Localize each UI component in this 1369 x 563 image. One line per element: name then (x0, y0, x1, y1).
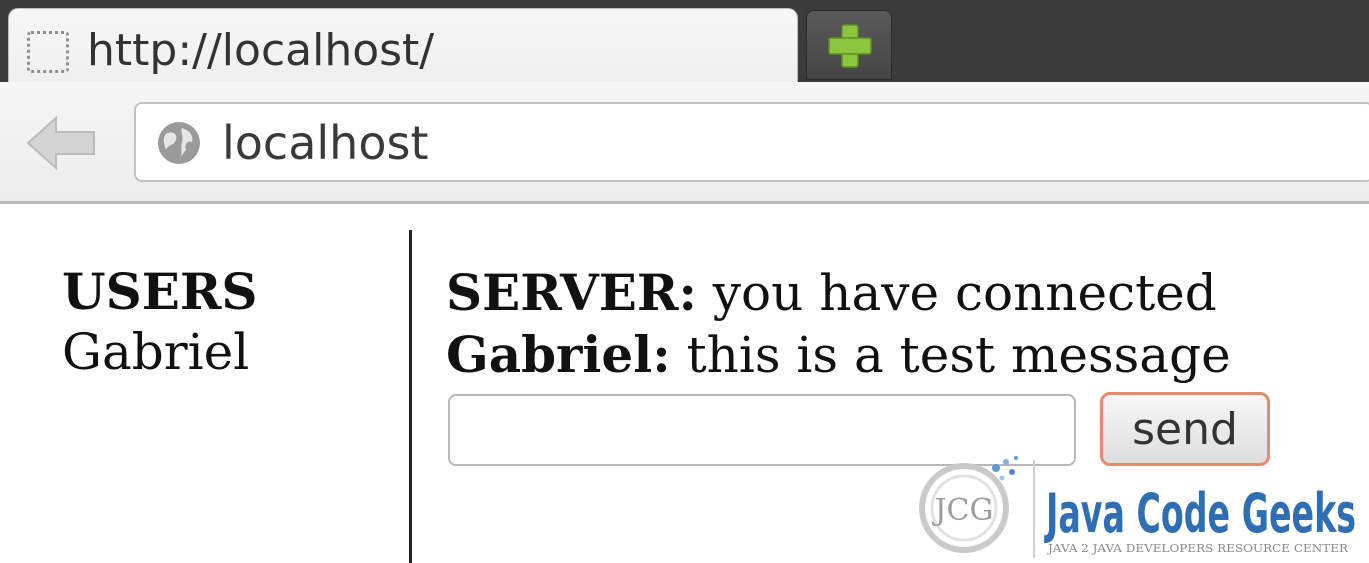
back-arrow-icon (26, 115, 95, 171)
globe-icon (158, 122, 200, 164)
message-sender: Gabriel: (446, 325, 671, 384)
tab-strip: http://localhost/ (0, 0, 1369, 84)
navigation-toolbar: localhost (0, 82, 1369, 204)
blank-page-icon (27, 31, 69, 73)
chat-message: SERVER: you have connected (446, 262, 1231, 324)
svg-text:Java Code Geeks: Java Code Geeks (1044, 482, 1356, 545)
message-text: you have connected (696, 264, 1217, 322)
browser-tab[interactable]: http://localhost/ (8, 8, 798, 84)
user-list-item: Gabriel (62, 323, 250, 381)
svg-text:JCG: JCG (932, 493, 994, 528)
panel-divider (409, 230, 412, 563)
chat-message: Gabriel: this is a test message (446, 324, 1231, 386)
users-heading: USERS (62, 262, 258, 321)
new-tab-button[interactable] (806, 10, 892, 80)
tab-title: http://localhost/ (87, 25, 435, 76)
back-button[interactable] (22, 108, 102, 178)
message-sender: SERVER: (446, 263, 697, 322)
address-bar[interactable]: localhost (134, 102, 1369, 182)
users-panel: USERS Gabriel (62, 262, 257, 382)
message-text: this is a test message (670, 326, 1231, 384)
url-text: localhost (222, 116, 429, 170)
java-code-geeks-logo: JCG Java Code Geeks JAVA 2 JAVA DEVELOPE… (919, 456, 1356, 558)
plus-icon (828, 24, 872, 68)
chat-log: SERVER: you have connected Gabriel: this… (446, 262, 1231, 386)
svg-text:JAVA 2 JAVA DEVELOPERS RESOURC: JAVA 2 JAVA DEVELOPERS RESOURCE CENTER (1047, 542, 1349, 555)
